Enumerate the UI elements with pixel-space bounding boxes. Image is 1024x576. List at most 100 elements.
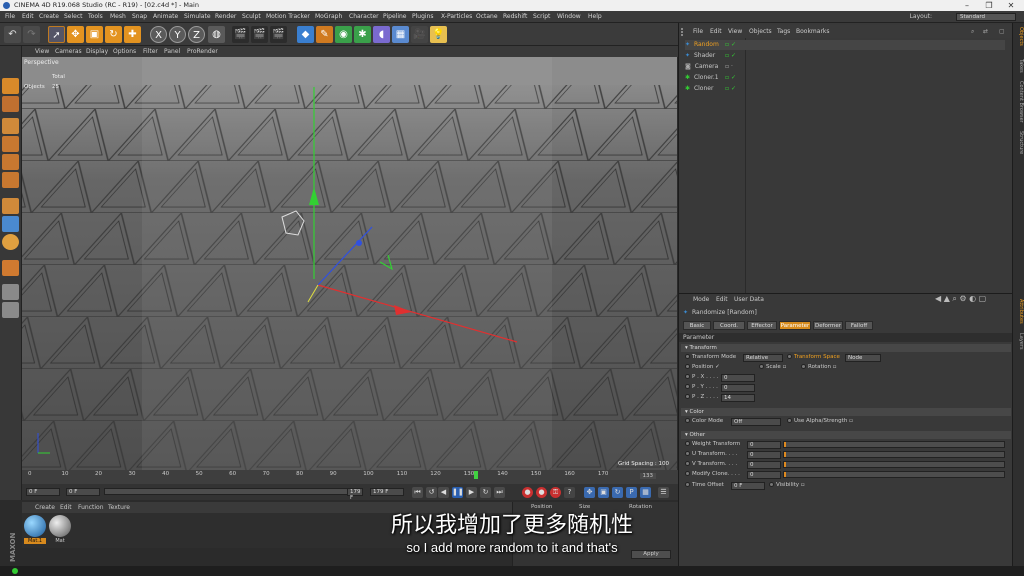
go-to-start-icon[interactable]: ⏮ [412, 487, 423, 498]
deformer-icon[interactable]: ◖ [373, 26, 390, 43]
v-transform-field[interactable]: 0 [747, 461, 781, 469]
obj-menu-tags[interactable]: Tags [777, 25, 790, 38]
pen-icon[interactable]: ✎ [316, 26, 333, 43]
obj-menu-file[interactable]: File [693, 25, 703, 38]
menu-help[interactable]: Help [588, 11, 602, 23]
menu-script[interactable]: Script [533, 11, 550, 23]
keyframe-selection-icon[interactable]: ⚿ [550, 487, 561, 498]
minimize-button[interactable]: – [956, 0, 978, 11]
color-section-header[interactable]: ▾ Color [681, 408, 1011, 416]
menu-animate[interactable]: Animate [153, 11, 178, 23]
modify-clone-slider[interactable] [783, 471, 1005, 478]
next-key-icon[interactable]: ↻ [480, 487, 491, 498]
world-icon[interactable]: ◍ [208, 26, 225, 43]
key-settings-icon[interactable]: ? [564, 487, 575, 498]
modify-clone-field[interactable]: 0 [747, 471, 781, 479]
menu-redshift[interactable]: Redshift [503, 11, 527, 23]
close-button[interactable]: ✕ [1000, 0, 1022, 11]
object-row-camera[interactable]: ◙ Camera ▫ · [685, 62, 1005, 72]
add-icon[interactable]: ✚ [124, 26, 141, 43]
move-icon[interactable]: ✥ [67, 26, 84, 43]
scale-icon[interactable]: ▣ [86, 26, 103, 43]
menu-edit[interactable]: Edit [22, 11, 34, 23]
rotation-checkbox[interactable]: ▫ [833, 364, 837, 370]
attr-nav-icons[interactable]: ◀ ▲ ⌕ ⚙ ◐ ▢ [935, 294, 986, 304]
obj-expand-icon[interactable]: ▢ [999, 25, 1005, 38]
position-toggle[interactable]: Position ✓ [685, 363, 720, 372]
menu-sculpt[interactable]: Sculpt [242, 11, 261, 23]
timeline-ruler[interactable]: 0 10 20 30 40 50 60 70 80 90 100 110 120 130 140 150 160… [22, 470, 678, 484]
menu-motion-tracker[interactable]: Motion Tracker [266, 11, 310, 23]
rotation-toggle[interactable]: Rotation ▫ [801, 363, 837, 372]
object-row-shader[interactable]: ✦ Shader ▫ ✓ [685, 51, 1005, 61]
object-flags-shader[interactable]: ▫ ✓ [725, 51, 736, 61]
tab-coord[interactable]: Coord. [713, 321, 745, 330]
tab-effector[interactable]: Effector [747, 321, 777, 330]
render-region-icon[interactable]: 🎬 [232, 26, 249, 43]
transform-section-header[interactable]: ▾ Transform [681, 344, 1011, 352]
tab-basic[interactable]: Basic [683, 321, 711, 330]
obj-menu-bookmarks[interactable]: Bookmarks [796, 25, 830, 38]
weight-transform-field[interactable]: 0 [747, 441, 781, 449]
viewport-menu-display[interactable]: Display [86, 46, 108, 57]
tab-parameter[interactable]: Parameter [779, 321, 811, 330]
model-mode-icon[interactable] [2, 118, 19, 134]
next-frame-icon[interactable]: ▶ [466, 487, 477, 498]
subdivision-icon[interactable]: ◉ [335, 26, 352, 43]
viewport-menu-view[interactable]: View [35, 46, 49, 57]
preview-range-slider[interactable] [104, 488, 354, 495]
planar-icon[interactable] [2, 284, 19, 300]
menu-character[interactable]: Character [349, 11, 379, 23]
menu-octane[interactable]: Octane [476, 11, 498, 23]
menu-mesh[interactable]: Mesh [110, 11, 126, 23]
scale-toggle[interactable]: Scale ▫ [759, 363, 786, 372]
object-flags-cloner1[interactable]: ▫ ✓ [725, 73, 736, 83]
menu-x-particles[interactable]: X-Particles [441, 11, 472, 23]
prev-key-icon[interactable]: ↺ [426, 487, 437, 498]
obj-search-icon[interactable]: ⌕ [971, 25, 974, 38]
rotate-icon[interactable]: ↻ [105, 26, 122, 43]
end-frame-field[interactable]: 179 F [347, 488, 363, 501]
polygons-mode-icon[interactable] [2, 172, 19, 188]
start-frame-field[interactable]: 0 F [66, 488, 100, 496]
vtab-attributes[interactable]: Attributes [1014, 299, 1024, 324]
autokey-icon[interactable]: ● [536, 487, 547, 498]
locked-workplane-icon[interactable] [2, 302, 19, 318]
redo-icon[interactable]: ↷ [23, 26, 40, 43]
workplane-icon[interactable] [2, 260, 19, 276]
weight-transform-slider[interactable] [783, 441, 1005, 448]
enable-axis-icon[interactable] [2, 198, 19, 214]
current-frame-field[interactable]: 0 F [26, 488, 60, 496]
layout-select[interactable]: Standard [956, 13, 1016, 21]
y-axis-icon[interactable]: Y [169, 26, 186, 43]
menu-snap[interactable]: Snap [132, 11, 147, 23]
menu-create[interactable]: Create [39, 11, 59, 23]
u-transform-field[interactable]: 0 [747, 451, 781, 459]
use-alpha-checkbox[interactable]: ▫ [849, 418, 853, 424]
menu-window[interactable]: Window [557, 11, 581, 23]
viewport-menu-options[interactable]: Options [113, 46, 136, 57]
object-row-cloner[interactable]: ✱ Cloner ▫ ✓ [685, 84, 1005, 94]
x-axis-icon[interactable]: X [150, 26, 167, 43]
floor-icon[interactable]: ▦ [392, 26, 409, 43]
make-editable-icon[interactable] [2, 78, 19, 94]
3d-viewport[interactable]: Perspective Total Objects 25 Grid Spacin… [22, 57, 677, 470]
viewport-menu-panel[interactable]: Panel [164, 46, 180, 57]
key-pla-icon[interactable]: ▦ [640, 487, 651, 498]
viewport-menu-filter[interactable]: Filter [143, 46, 158, 57]
obj-menu-edit[interactable]: Edit [710, 25, 722, 38]
pz-field[interactable]: 14 [721, 394, 755, 402]
menu-select[interactable]: Select [64, 11, 83, 23]
attr-menu-mode[interactable]: Mode [693, 296, 709, 303]
v-transform-slider[interactable] [783, 461, 1005, 468]
viewport-menu-prorender[interactable]: ProRender [187, 46, 218, 57]
vtab-layers[interactable]: Layers [1014, 333, 1024, 350]
key-rotation-icon[interactable]: ↻ [612, 487, 623, 498]
texture-mode-icon[interactable] [2, 96, 19, 112]
other-section-header[interactable]: ▾ Other [681, 431, 1011, 439]
tab-deformer[interactable]: Deformer [813, 321, 843, 330]
key-position-icon[interactable]: ✥ [584, 487, 595, 498]
attr-menu-edit[interactable]: Edit [716, 296, 728, 303]
maximize-button[interactable]: ❐ [978, 0, 1000, 11]
transform-mode-select[interactable]: Relative [743, 354, 783, 362]
